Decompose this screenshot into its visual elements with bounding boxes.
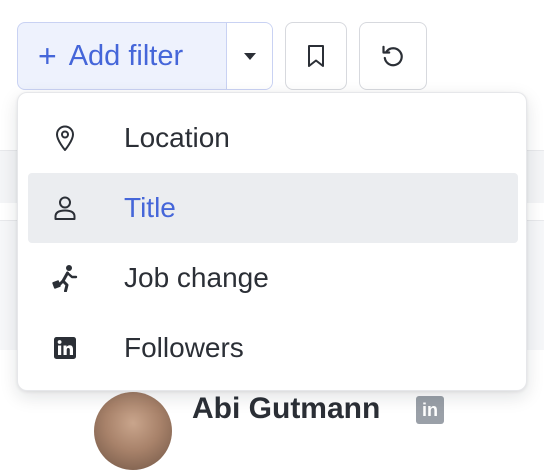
- linkedin-badge-icon[interactable]: in: [416, 396, 444, 424]
- caret-down-icon: [243, 52, 256, 60]
- plus-icon: +: [38, 38, 57, 74]
- add-filter-menu: Location Title Job change Followers: [17, 92, 527, 391]
- filter-dropdown-toggle[interactable]: [226, 23, 272, 89]
- bookmark-icon: [308, 45, 324, 67]
- reset-button[interactable]: [359, 22, 427, 90]
- add-filter-label: Add filter: [68, 39, 184, 72]
- bookmark-button[interactable]: [285, 22, 347, 90]
- menu-item-job-change[interactable]: Job change: [28, 243, 518, 313]
- location-pin-icon: [56, 125, 74, 151]
- menu-item-followers[interactable]: Followers: [28, 313, 518, 383]
- menu-item-label: Title: [124, 192, 176, 223]
- menu-item-title[interactable]: Title: [28, 173, 518, 243]
- undo-icon: [382, 45, 403, 67]
- running-person-icon: [52, 265, 78, 292]
- menu-item-label: Followers: [124, 332, 244, 363]
- person-name[interactable]: Abi Gutmann: [192, 392, 380, 426]
- menu-item-label: Location: [124, 122, 230, 153]
- avatar[interactable]: [94, 392, 172, 470]
- menu-item-location[interactable]: Location: [28, 103, 518, 173]
- add-filter-button[interactable]: + Add filter: [18, 23, 226, 89]
- linkedin-icon: [54, 337, 76, 359]
- add-filter-split-button: + Add filter: [17, 22, 273, 90]
- menu-item-label: Job change: [124, 262, 269, 293]
- person-icon: [54, 196, 76, 220]
